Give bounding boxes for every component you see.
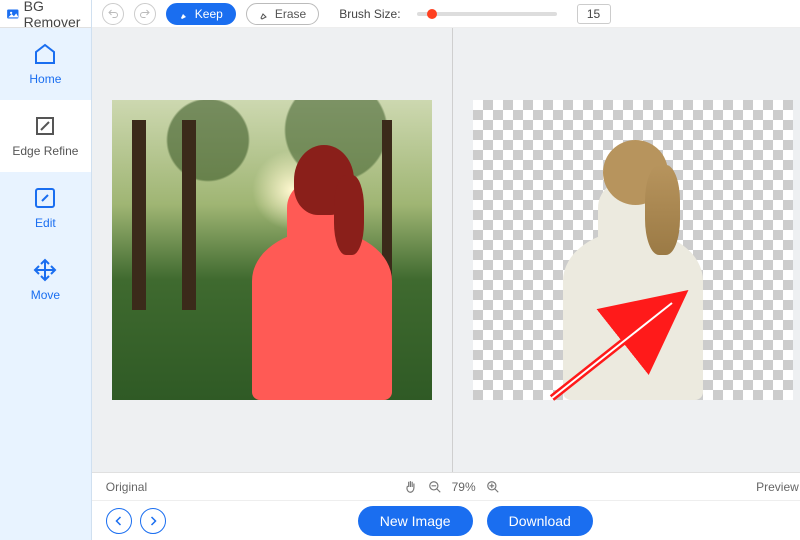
sidebar-item-home[interactable]: Home xyxy=(0,28,91,100)
zoom-out-icon[interactable] xyxy=(428,480,442,494)
zoom-value: 79% xyxy=(452,480,476,494)
move-icon xyxy=(33,258,57,282)
app-title: BG Remover xyxy=(0,0,91,28)
redo-button[interactable] xyxy=(134,3,156,25)
new-image-button[interactable]: New Image xyxy=(358,506,473,536)
sidebar-item-label: Home xyxy=(29,72,61,86)
sidebar-item-edge-refine[interactable]: Edge Refine xyxy=(0,100,91,172)
next-image-button[interactable] xyxy=(140,508,166,534)
subject-mask-overlay xyxy=(252,160,392,400)
original-image xyxy=(112,100,432,400)
erase-button[interactable]: Erase xyxy=(246,3,319,25)
slider-thumb[interactable] xyxy=(427,9,437,19)
brush-keep-icon xyxy=(179,8,191,20)
sidebar-item-label: Edge Refine xyxy=(12,144,78,158)
undo-button[interactable] xyxy=(102,3,124,25)
erase-icon xyxy=(259,8,271,20)
sidebar-item-edit[interactable]: Edit xyxy=(0,172,91,244)
canvas-area xyxy=(92,28,800,472)
sidebar-item-move[interactable]: Move xyxy=(0,244,91,316)
zoom-in-icon[interactable] xyxy=(486,480,500,494)
toolbar: Keep Erase Brush Size: 15 xyxy=(92,0,800,28)
brush-size-label: Brush Size: xyxy=(339,7,400,21)
brush-size-slider[interactable] xyxy=(417,12,557,16)
download-button[interactable]: Download xyxy=(487,506,593,536)
chevron-right-icon xyxy=(147,515,159,527)
preview-image xyxy=(473,100,793,400)
original-pane[interactable] xyxy=(92,28,452,472)
pan-icon[interactable] xyxy=(404,480,418,494)
original-label: Original xyxy=(106,480,147,494)
status-bar: Original 79% Preview xyxy=(92,472,800,500)
preview-label: Preview xyxy=(756,480,799,494)
keep-button[interactable]: Keep xyxy=(166,3,236,25)
edit-icon xyxy=(33,186,57,210)
brush-size-value[interactable]: 15 xyxy=(577,4,611,24)
sidebar-item-label: Move xyxy=(31,288,60,302)
preview-pane[interactable] xyxy=(452,28,800,472)
home-icon xyxy=(33,42,57,66)
redo-icon xyxy=(139,8,151,20)
chevron-left-icon xyxy=(113,515,125,527)
undo-icon xyxy=(107,8,119,20)
bottom-bar: New Image Download xyxy=(92,500,800,540)
logo-icon xyxy=(6,5,20,23)
cutout-subject xyxy=(563,160,703,400)
sidebar-item-label: Edit xyxy=(35,216,56,230)
prev-image-button[interactable] xyxy=(106,508,132,534)
edge-refine-icon xyxy=(33,114,57,138)
